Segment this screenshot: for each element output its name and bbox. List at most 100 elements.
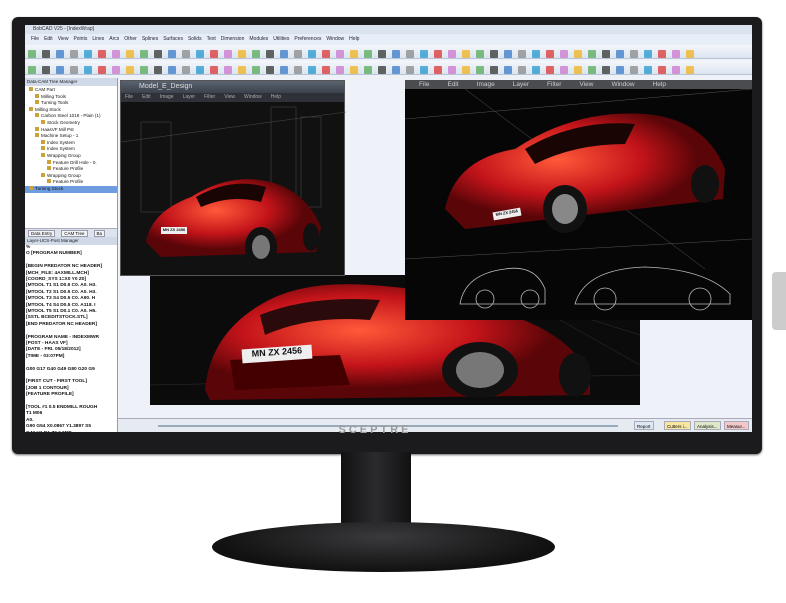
tree-item[interactable]: Wrapping Group [25,172,117,180]
menu-item-solids[interactable]: Solids [188,36,202,42]
toolbar-button-icon[interactable] [336,66,344,74]
tree-item[interactable]: Stock Geometry [25,119,117,127]
toolbar-button-icon[interactable] [294,50,302,58]
toolbar-button-icon[interactable] [308,50,316,58]
tree-item[interactable]: Wrapping Group [25,152,117,160]
side-scroll-handle[interactable] [772,272,786,330]
toolbar-button-icon[interactable] [504,50,512,58]
right-menu-file[interactable]: File [419,81,429,88]
tree-item[interactable]: CAM Part [25,87,117,94]
toolbar-button-icon[interactable] [532,66,540,74]
toolbar-button-icon[interactable] [462,50,470,58]
toolbar-button-icon[interactable] [406,50,414,58]
tree-item[interactable]: Feature Profile [25,166,117,173]
toolbar-button-icon[interactable] [280,66,288,74]
tree-item[interactable]: Carbon Steel 1018 - Plain (1) [25,113,117,120]
toolbar-button-icon[interactable] [308,66,316,74]
tree-tab[interactable]: Data Entry [28,230,56,237]
toolbar-button-icon[interactable] [56,66,64,74]
toolbar-button-icon[interactable] [686,50,694,58]
menu-item-utilities[interactable]: Utilities [273,36,289,42]
toolbar-button-icon[interactable] [294,66,302,74]
toolbar-button-icon[interactable] [210,66,218,74]
toolbar-button-icon[interactable] [126,50,134,58]
menu-item-surfaces[interactable]: Surfaces [163,36,183,42]
menu-item-dimension[interactable]: Dimension [221,36,245,42]
toolbar-button-icon[interactable] [448,50,456,58]
tree-item[interactable]: HaasVF Mill Pst [25,126,117,134]
toolbar-button-icon[interactable] [98,66,106,74]
tree-tab[interactable]: CAM Tree [61,230,88,237]
toolbar-button-icon[interactable] [378,66,386,74]
toolbar-button-icon[interactable] [672,50,680,58]
tree-item[interactable]: Feature Drill Hole - 0. [25,159,117,167]
toolbar-button-icon[interactable] [420,50,428,58]
toolbar-button-icon[interactable] [56,50,64,58]
toolbar-button-icon[interactable] [168,66,176,74]
toolbar-button-icon[interactable] [644,66,652,74]
design-menu-help[interactable]: Help [271,94,281,100]
toolbar-button-icon[interactable] [462,66,470,74]
right-menu-image[interactable]: Image [477,81,495,88]
right-menu-window[interactable]: Window [611,81,634,88]
toolbar-button-icon[interactable] [364,66,372,74]
toolbar-button-icon[interactable] [140,66,148,74]
toolbar-button-icon[interactable] [518,50,526,58]
toolbar-button-icon[interactable] [448,66,456,74]
toolbar-button-icon[interactable] [210,50,218,58]
toolbar-button-icon[interactable] [392,50,400,58]
toolbar-button-icon[interactable] [560,50,568,58]
toolbar-button-icon[interactable] [336,50,344,58]
toolbar-button-icon[interactable] [630,50,638,58]
toolbar-button-icon[interactable] [84,50,92,58]
toolbar-button-icon[interactable] [28,66,36,74]
toolbar-button-icon[interactable] [518,66,526,74]
toolbar-button-icon[interactable] [280,50,288,58]
toolbar-button-icon[interactable] [476,50,484,58]
right-menu-layer[interactable]: Layer [513,81,529,88]
toolbar-button-icon[interactable] [574,66,582,74]
toolbar-button-icon[interactable] [532,50,540,58]
design-menu-view[interactable]: View [224,94,235,100]
toolbar-button-icon[interactable] [126,66,134,74]
toolbar-button-icon[interactable] [182,66,190,74]
right-menu-edit[interactable]: Edit [447,81,458,88]
menu-item-preferences[interactable]: Preferences [294,36,321,42]
toolbar-button-icon[interactable] [658,66,666,74]
toolbar-button-icon[interactable] [238,66,246,74]
toolbar-button-icon[interactable] [490,50,498,58]
tree-tab[interactable]: Ba [93,230,106,237]
toolbar-button-icon[interactable] [224,66,232,74]
toolbar-button-icon[interactable] [182,50,190,58]
toolbar-button-icon[interactable] [560,66,568,74]
right-menu-filter[interactable]: Filter [547,81,561,88]
toolbar-button-icon[interactable] [196,50,204,58]
menu-item-edit[interactable]: Edit [44,36,53,42]
toolbar-button-icon[interactable] [476,66,484,74]
toolbar-button-icon[interactable] [602,66,610,74]
toolbar-button-icon[interactable] [168,50,176,58]
toolbar-button-icon[interactable] [252,50,260,58]
toolbar-button-icon[interactable] [154,50,162,58]
toolbar-button-icon[interactable] [672,66,680,74]
menu-item-text[interactable]: Text [207,36,216,42]
toolbar-button-icon[interactable] [196,66,204,74]
menu-item-points[interactable]: Points [73,36,87,42]
toolbar-button-icon[interactable] [588,66,596,74]
menu-item-other[interactable]: Other [124,36,137,42]
toolbar-button-icon[interactable] [434,66,442,74]
tree-item[interactable]: Turning Tools [25,100,117,107]
toolbar-button-icon[interactable] [140,50,148,58]
toolbar-button-icon[interactable] [490,66,498,74]
right-menu-view[interactable]: View [579,81,593,88]
tree-item[interactable]: Index System [25,139,117,147]
menu-item-file[interactable]: File [31,36,39,42]
toolbar-button-icon[interactable] [112,66,120,74]
toolbar-button-icon[interactable] [98,50,106,58]
toolbar-button-icon[interactable] [588,50,596,58]
toolbar-button-icon[interactable] [658,50,666,58]
toolbar-button-icon[interactable] [406,66,414,74]
toolbar-button-icon[interactable] [616,66,624,74]
tree-item[interactable]: Machine Setup - 1 [25,133,117,140]
toolbar-button-icon[interactable] [630,66,638,74]
